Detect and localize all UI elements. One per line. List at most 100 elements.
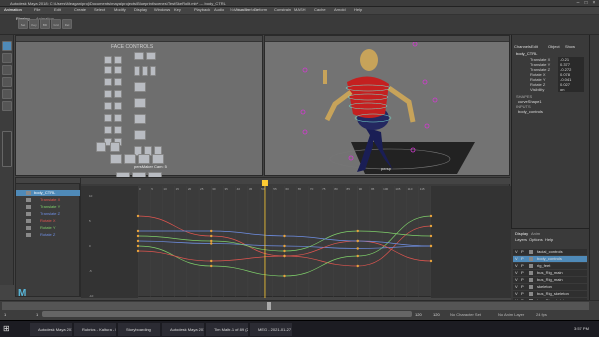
picker-control[interactable] [114, 56, 122, 64]
layer-row[interactable]: V Prig_feet [513, 263, 587, 269]
layer-playback-icon[interactable]: P [521, 291, 524, 296]
keyframe[interactable] [356, 229, 359, 233]
start-icon[interactable]: ⊞ [3, 324, 13, 334]
picker-control[interactable] [104, 102, 112, 110]
input-item[interactable]: body_controls [518, 109, 543, 114]
taskbar-item[interactable]: Autodesk Maya 2018 [162, 323, 204, 336]
picker-control[interactable] [96, 142, 106, 152]
keyframe[interactable] [429, 234, 433, 238]
lasso-tool-icon[interactable] [2, 53, 12, 63]
channel-tab-object[interactable]: Object [548, 44, 560, 49]
picker-control[interactable] [134, 52, 144, 60]
attribute-editor-strip[interactable] [589, 35, 599, 320]
keyframe[interactable] [210, 242, 213, 245]
keyframe[interactable] [283, 244, 286, 248]
select-tool-icon[interactable] [2, 41, 12, 51]
shelf-button-key[interactable]: Key [29, 19, 39, 29]
picker-control[interactable] [104, 126, 112, 134]
picker-control[interactable] [104, 78, 112, 86]
layer-row[interactable]: V Pbus_Rig_main [513, 270, 587, 276]
move-tool-icon[interactable] [2, 77, 12, 87]
layer-row[interactable]: V Pfacial_controls [513, 249, 587, 255]
playhead-handle[interactable] [261, 180, 268, 186]
channel-value[interactable]: on [558, 87, 584, 92]
keyframe[interactable] [356, 254, 359, 258]
picker-control[interactable] [146, 52, 156, 60]
keyframe[interactable] [210, 234, 213, 238]
picker-control[interactable] [104, 56, 112, 64]
picker-control[interactable] [152, 154, 164, 164]
keyframe[interactable] [283, 234, 286, 238]
layer-visibility-icon[interactable]: V [515, 291, 518, 296]
menu-create[interactable]: Create [74, 7, 86, 12]
graph-editor[interactable]: 0 5 10 15 20 25 30 35 40 45 50 55 60 65 70 75 80 85 90 95 10… [80, 177, 511, 298]
keyframe[interactable] [356, 264, 359, 268]
picker-control[interactable] [104, 66, 112, 74]
keyframe[interactable] [356, 239, 359, 243]
layer-visibility-icon[interactable]: V [515, 249, 518, 254]
layer-row[interactable]: VPbus_Rig_skeleton [513, 291, 587, 297]
outliner-item[interactable]: Translate Z [16, 211, 81, 217]
layer-playback-icon[interactable]: P [521, 270, 524, 275]
layer-playback-icon[interactable]: P [521, 263, 524, 268]
keyframe[interactable] [136, 239, 140, 243]
shelf-button-bd[interactable]: BD [40, 19, 50, 29]
range-start[interactable]: 1 [4, 312, 6, 317]
taskbar-item[interactable]: Autodesk Maya 2018 [30, 323, 72, 336]
layout-buttons[interactable] [2, 131, 12, 167]
channel-tab-edit[interactable]: Edit [531, 44, 538, 49]
layer-row[interactable]: V Pskeleton [513, 284, 587, 290]
taskbar-item[interactable]: MEG - 2021-01-27 - 00... [250, 323, 292, 336]
range-slider[interactable] [42, 311, 412, 317]
viewport-persp[interactable]: persp [264, 35, 510, 176]
channel-row[interactable]: Visibility on [514, 87, 586, 92]
layer-playback-icon[interactable]: P [521, 249, 524, 254]
keyframe[interactable] [429, 214, 433, 218]
layer-row[interactable]: V Pbus_Rig_main [513, 277, 587, 283]
fps-field[interactable]: 24 fps [536, 312, 547, 317]
picker-control[interactable] [124, 154, 136, 164]
maximize-icon[interactable]: □ [582, 0, 590, 7]
live-surface-field[interactable]: No Live Surface [230, 7, 258, 12]
picker-control[interactable] [114, 66, 122, 74]
layer-tab-display[interactable]: Display [515, 231, 528, 236]
range-start-inner[interactable]: 1 [36, 312, 38, 317]
paint-tool-icon[interactable] [2, 65, 12, 75]
layer-visibility-icon[interactable]: V [515, 256, 518, 261]
menu-display[interactable]: Display [134, 7, 147, 12]
picker-control[interactable] [150, 66, 156, 76]
outliner-item[interactable]: body_CTRL [16, 190, 81, 196]
picker-control[interactable] [134, 130, 146, 140]
keyframe[interactable] [429, 224, 433, 228]
menu-animation[interactable]: Animation [4, 7, 22, 12]
graph-canvas[interactable]: 0 5 10 15 20 25 30 35 40 45 50 55 60 65 70 75 80 85 90 95 10… [81, 178, 511, 298]
keyframe[interactable] [356, 247, 359, 250]
scale-tool-icon[interactable] [2, 101, 12, 111]
taskbar-item[interactable]: Rubrics - Kaltura - Brave [74, 323, 116, 336]
menu-windows[interactable]: Windows [154, 7, 170, 12]
outliner-item[interactable]: Rotate Z [16, 232, 81, 238]
outliner-item[interactable]: Rotate Y [16, 225, 81, 231]
layer-menu-layers[interactable]: Layers [515, 237, 527, 242]
keyframe[interactable] [210, 239, 213, 243]
layer-playback-icon[interactable]: P [521, 284, 524, 289]
shelf-button-del[interactable]: Del [62, 19, 72, 29]
layer-playback-icon[interactable]: P [521, 256, 524, 261]
keyframe[interactable] [210, 264, 213, 268]
layer-visibility-icon[interactable]: V [515, 284, 518, 289]
keyframe[interactable] [136, 229, 140, 233]
outliner-item[interactable]: Rotate X [16, 218, 81, 224]
picker-control[interactable] [110, 142, 120, 152]
menu-select[interactable]: Select [94, 7, 105, 12]
keyframe[interactable] [429, 244, 433, 248]
keyframe[interactable] [210, 229, 213, 233]
keyframe[interactable] [283, 274, 286, 278]
picker-control[interactable] [134, 66, 140, 76]
picker-control[interactable] [104, 90, 112, 98]
layer-visibility-icon[interactable]: V [515, 270, 518, 275]
taskbar-item[interactable]: Tim Maltr-1 of 89 (29... [206, 323, 248, 336]
current-time-marker[interactable] [267, 302, 271, 310]
channel-tab-channels[interactable]: Channels [514, 44, 531, 49]
keyframe[interactable] [283, 254, 286, 258]
picker-control[interactable] [114, 114, 122, 122]
